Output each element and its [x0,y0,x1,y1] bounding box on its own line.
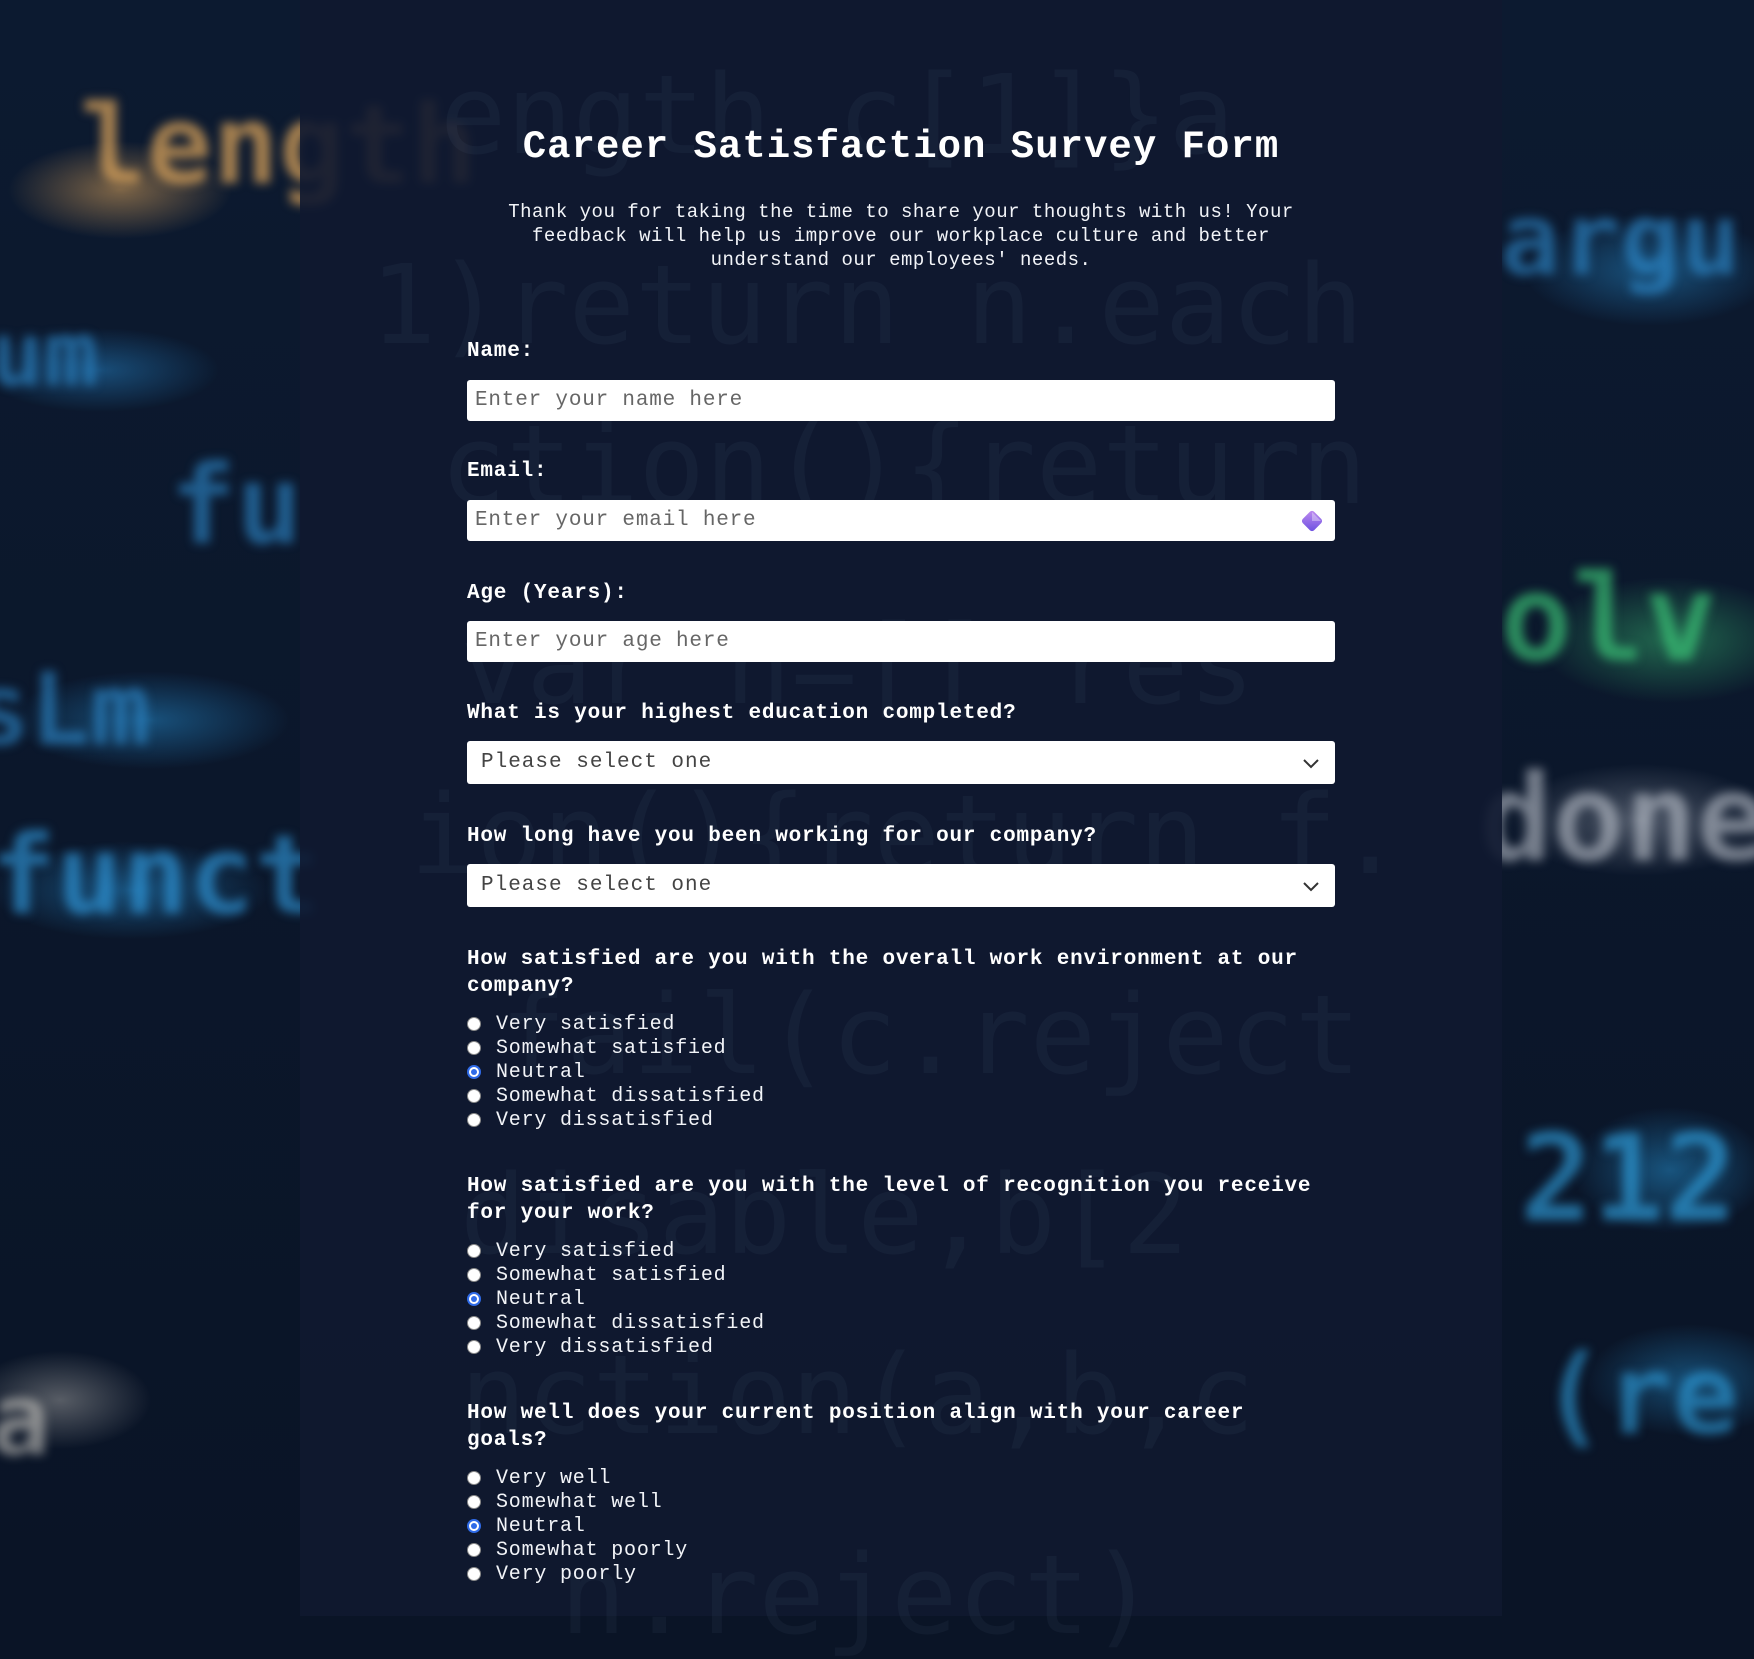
radio-label: Very dissatisfied [496,1335,714,1359]
age-label: Age (Years): [467,582,628,605]
radio-label: Somewhat satisfied [496,1036,727,1060]
radio-option[interactable]: Very poorly [467,1562,688,1586]
radio-button[interactable] [467,1113,481,1127]
radio-label: Very poorly [496,1562,637,1586]
radio-label: Somewhat satisfied [496,1263,727,1287]
radio-option[interactable]: Very satisfied [467,1239,765,1263]
radio-button[interactable] [467,1268,481,1282]
radio-button[interactable] [467,1567,481,1581]
radio-option[interactable]: Very well [467,1466,688,1490]
radio-label: Somewhat poorly [496,1538,689,1562]
education-select-value: Please select one [481,751,713,774]
radio-label: Very satisfied [496,1239,676,1263]
radio-button[interactable] [467,1065,481,1079]
tenure-label: How long have you been working for our c… [467,825,1097,848]
chevron-down-icon [1303,881,1319,891]
radio-button[interactable] [467,1089,481,1103]
education-label: What is your highest education completed… [467,702,1017,725]
radio-option[interactable]: Somewhat poorly [467,1538,688,1562]
radio-label: Somewhat dissatisfied [496,1084,765,1108]
environment-question: How satisfied are you with the overall w… [467,948,1298,998]
radio-label: Neutral [496,1514,586,1538]
radio-button[interactable] [467,1340,481,1354]
radio-option[interactable]: Very dissatisfied [467,1108,765,1132]
radio-option[interactable]: Somewhat dissatisfied [467,1311,765,1335]
radio-label: Very dissatisfied [496,1108,714,1132]
recognition-radio-group: Very satisfied Somewhat satisfied Neutral S… [467,1239,765,1359]
name-label: Name: [467,340,535,363]
radio-label: Very satisfied [496,1012,676,1036]
age-input[interactable] [467,621,1335,662]
radio-button[interactable] [467,1244,481,1258]
tenure-select[interactable]: Please select one [467,864,1335,907]
name-input[interactable] [467,380,1335,421]
radio-button[interactable] [467,1519,481,1533]
page-title: Career Satisfaction Survey Form [522,125,1280,169]
radio-option[interactable]: Neutral [467,1060,765,1084]
chevron-down-icon [1303,758,1319,768]
radio-option[interactable]: Somewhat well [467,1490,688,1514]
email-input[interactable] [467,500,1335,541]
radio-option[interactable]: Somewhat dissatisfied [467,1084,765,1108]
radio-button[interactable] [467,1543,481,1557]
email-field-wrapper [467,500,1335,541]
password-manager-icon[interactable] [1299,508,1325,534]
intro-text: Thank you for taking the time to share y… [508,201,1294,271]
radio-option[interactable]: Somewhat satisfied [467,1263,765,1287]
radio-option[interactable]: Neutral [467,1287,765,1311]
alignment-radio-group: Very well Somewhat well Neutral Somewhat po… [467,1466,688,1586]
radio-button[interactable] [467,1495,481,1509]
radio-button[interactable] [467,1041,481,1055]
tenure-select-value: Please select one [481,874,713,897]
radio-label: Somewhat dissatisfied [496,1311,765,1335]
environment-radio-group: Very satisfied Somewhat satisfied Neutral S… [467,1012,765,1132]
radio-button[interactable] [467,1292,481,1306]
radio-button[interactable] [467,1471,481,1485]
recognition-question: How satisfied are you with the level of … [467,1175,1312,1225]
radio-option[interactable]: Somewhat satisfied [467,1036,765,1060]
radio-label: Very well [496,1466,612,1490]
radio-option[interactable]: Very satisfied [467,1012,765,1036]
education-select[interactable]: Please select one [467,741,1335,784]
radio-label: Neutral [496,1287,586,1311]
radio-button[interactable] [467,1017,481,1031]
radio-label: Neutral [496,1060,586,1084]
email-label: Email: [467,460,548,483]
radio-label: Somewhat well [496,1490,663,1514]
radio-option[interactable]: Neutral [467,1514,688,1538]
radio-button[interactable] [467,1316,481,1330]
alignment-question: How well does your current position alig… [467,1402,1245,1452]
radio-option[interactable]: Very dissatisfied [467,1335,765,1359]
